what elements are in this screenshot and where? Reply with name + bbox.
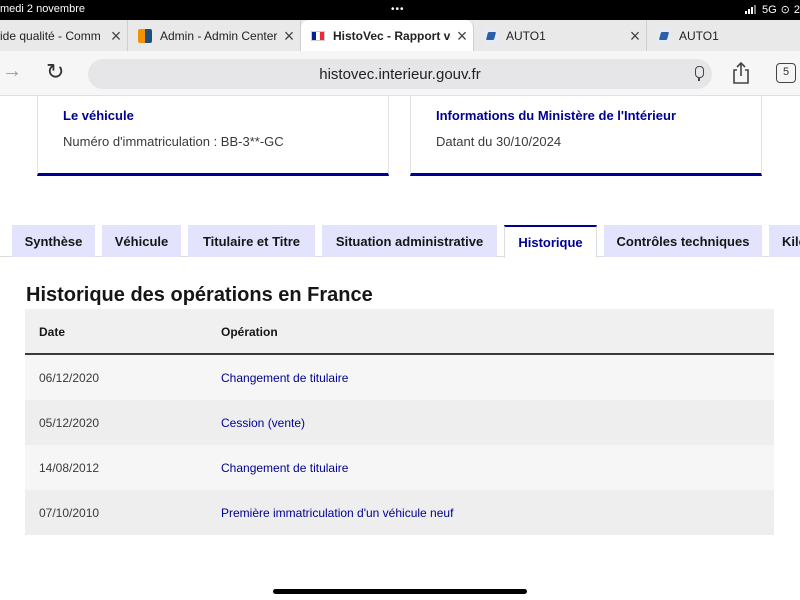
history-heading: Historique des opérations en France xyxy=(26,284,373,306)
french-flag-icon xyxy=(311,30,325,41)
close-tab-icon[interactable]: × xyxy=(105,27,127,45)
tab-count-button[interactable]: 5 xyxy=(776,63,796,83)
row-date: 06/12/2020 xyxy=(39,371,100,385)
tab-controles-techniques[interactable]: Contrôles techniques xyxy=(604,225,762,257)
address-bar: → ↻ histovec.interieur.gouv.fr 5 xyxy=(0,51,800,96)
ministry-card: Informations du Ministère de l'Intérieur… xyxy=(410,96,762,176)
table-row: 14/08/2012 Changement de titulaire xyxy=(25,445,774,490)
orientation-lock-icon: ⊙ xyxy=(780,4,790,16)
auto1-icon xyxy=(657,28,671,43)
row-date: 07/10/2010 xyxy=(39,506,100,520)
registration-number: Numéro d'immatriculation : BB-3**-GC xyxy=(63,134,284,149)
row-operation-link[interactable]: Première immatriculation d'un véhicule n… xyxy=(221,506,453,520)
row-operation-link[interactable]: Changement de titulaire xyxy=(221,371,348,385)
signal-icon xyxy=(744,5,756,14)
column-header-date: Date xyxy=(39,325,66,339)
browser-tab-quality[interactable]: ide qualité - Comm × xyxy=(0,20,128,51)
tab-historique[interactable]: Historique xyxy=(504,225,597,258)
browser-tab-auto1[interactable]: AUTO1 × xyxy=(474,20,647,51)
table-row: 06/12/2020 Changement de titulaire xyxy=(25,355,774,400)
url-text: histovec.interieur.gouv.fr xyxy=(319,65,481,83)
status-date: medi 2 novembre xyxy=(0,3,85,15)
auto1-icon xyxy=(484,28,498,43)
browser-tab-title: Admin - Admin Center xyxy=(160,28,278,43)
network-label: 5G xyxy=(761,3,777,16)
battery-label: 2 xyxy=(793,3,800,16)
tab-kilometrage[interactable]: Kilo xyxy=(769,225,800,257)
admin-center-icon xyxy=(138,28,152,43)
browser-tab-strip: ide qualité - Comm × Admin - Admin Cente… xyxy=(0,20,800,51)
url-field[interactable]: histovec.interieur.gouv.fr xyxy=(88,59,712,89)
reload-icon[interactable]: ↻ xyxy=(46,59,64,85)
row-operation-link[interactable]: Changement de titulaire xyxy=(221,461,348,475)
status-indicators: 5G ⊙ 2 xyxy=(744,3,800,16)
multitasking-dots-icon[interactable]: ••• xyxy=(391,4,405,15)
browser-tab-title: HistoVec - Rapport ve xyxy=(333,28,451,43)
close-tab-icon[interactable]: × xyxy=(278,27,300,45)
close-tab-icon[interactable]: × xyxy=(451,27,473,45)
column-header-operation: Opération xyxy=(221,325,278,339)
row-date: 05/12/2020 xyxy=(39,416,100,430)
table-row: 05/12/2020 Cession (vente) xyxy=(25,400,774,445)
history-table: Date Opération 06/12/2020 Changement de … xyxy=(25,309,774,535)
close-tab-icon[interactable]: × xyxy=(624,27,646,45)
page-content: Le véhicule Numéro d'immatriculation : B… xyxy=(0,96,800,600)
vehicle-card: Le véhicule Numéro d'immatriculation : B… xyxy=(37,96,389,176)
browser-tab-auto1-2[interactable]: AUTO1 xyxy=(647,20,800,51)
browser-tab-histovec[interactable]: HistoVec - Rapport ve × xyxy=(301,20,474,51)
ministry-date: Datant du 30/10/2024 xyxy=(436,134,562,149)
forward-arrow-icon[interactable]: → xyxy=(2,60,22,83)
browser-tab-title: AUTO1 xyxy=(679,28,719,43)
table-row: 07/10/2010 Première immatriculation d'un… xyxy=(25,490,774,535)
tab-vehicule[interactable]: Véhicule xyxy=(102,225,181,257)
row-operation-link[interactable]: Cession (vente) xyxy=(221,416,305,430)
report-tabs: Synthèse Véhicule Titulaire et Titre Sit… xyxy=(0,225,800,258)
tab-situation-administrative[interactable]: Situation administrative xyxy=(322,225,497,257)
browser-tab-title: ide qualité - Comm xyxy=(0,28,101,43)
browser-tab-admin[interactable]: Admin - Admin Center × xyxy=(128,20,301,51)
row-date: 14/08/2012 xyxy=(39,461,100,475)
tab-synthese[interactable]: Synthèse xyxy=(12,225,95,257)
share-icon[interactable] xyxy=(731,61,751,85)
browser-tab-title: AUTO1 xyxy=(506,28,546,43)
vehicle-card-title: Le véhicule xyxy=(63,108,134,123)
status-bar: medi 2 novembre ••• 5G ⊙ 2 xyxy=(0,0,800,20)
table-header: Date Opération xyxy=(25,309,774,355)
home-indicator[interactable] xyxy=(273,589,527,594)
ministry-card-title: Informations du Ministère de l'Intérieur xyxy=(436,108,677,123)
microphone-icon[interactable] xyxy=(694,66,704,82)
tab-titulaire[interactable]: Titulaire et Titre xyxy=(188,225,315,257)
